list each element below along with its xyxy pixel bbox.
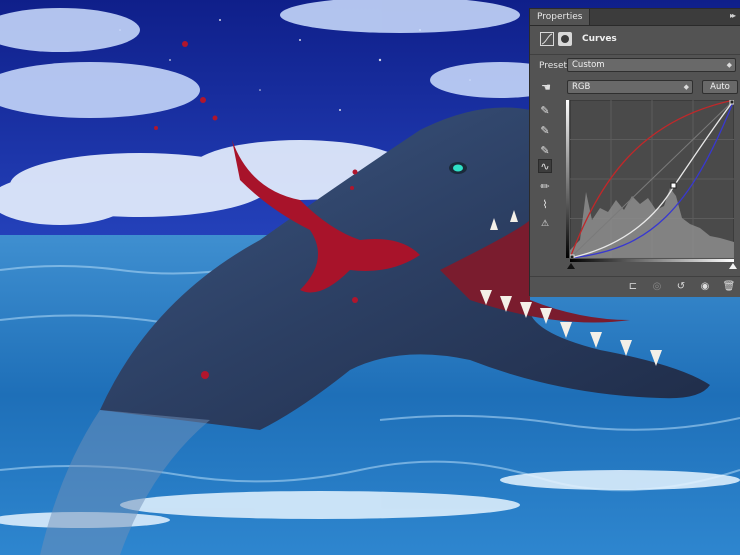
panel-bottom-bar: ⊏ ◎ ↺ ◉ 🗑 xyxy=(530,276,740,297)
preset-dropdown[interactable]: Custom ◆ xyxy=(567,58,736,72)
smooth-icon[interactable]: ⌇ xyxy=(538,198,552,212)
hand-target-icon[interactable]: ☚ xyxy=(539,81,553,95)
white-point-slider[interactable] xyxy=(729,263,737,269)
curves-adjustment-icon[interactable] xyxy=(540,32,554,46)
curves-graph[interactable] xyxy=(570,100,734,258)
curve-control-point xyxy=(670,182,677,189)
black-point-slider[interactable] xyxy=(567,263,575,269)
auto-button[interactable]: Auto xyxy=(702,80,738,94)
chevron-updown-icon: ◆ xyxy=(726,61,732,69)
channel-dropdown[interactable]: RGB ◆ xyxy=(567,80,693,94)
eyedropper-gray-icon[interactable]: ✎ xyxy=(538,124,552,138)
preset-label: Preset: xyxy=(539,61,571,71)
visibility-eye-icon[interactable]: ◉ xyxy=(698,280,712,294)
channel-value: RGB xyxy=(572,82,591,92)
reset-icon[interactable]: ↺ xyxy=(674,280,688,294)
preset-value: Custom xyxy=(572,60,605,70)
trash-icon[interactable]: 🗑 xyxy=(722,280,736,294)
panel-titlebar: Properties ▸▸ xyxy=(530,9,740,26)
output-gradient-bar xyxy=(566,100,569,258)
chevron-updown-icon: ◆ xyxy=(683,83,689,91)
tab-properties[interactable]: Properties xyxy=(530,9,591,25)
eyedropper-black-icon[interactable]: ✎ xyxy=(538,104,552,118)
eyedropper-white-icon[interactable]: ✎ xyxy=(538,144,552,158)
adjustment-title: Curves xyxy=(582,34,617,44)
curve-point-icon[interactable]: ∿ xyxy=(538,159,552,173)
clip-to-layer-icon[interactable]: ⊏ xyxy=(626,280,640,294)
view-previous-icon[interactable]: ◎ xyxy=(650,280,664,294)
input-gradient-bar xyxy=(570,259,734,262)
adjustment-header: Curves xyxy=(530,26,740,55)
pencil-icon[interactable]: ✏ xyxy=(538,180,552,194)
double-chevron-right-icon[interactable]: ▸▸ xyxy=(730,11,736,20)
layer-mask-icon[interactable] xyxy=(558,32,572,46)
clipping-warning-icon[interactable]: ⚠ xyxy=(538,217,552,231)
